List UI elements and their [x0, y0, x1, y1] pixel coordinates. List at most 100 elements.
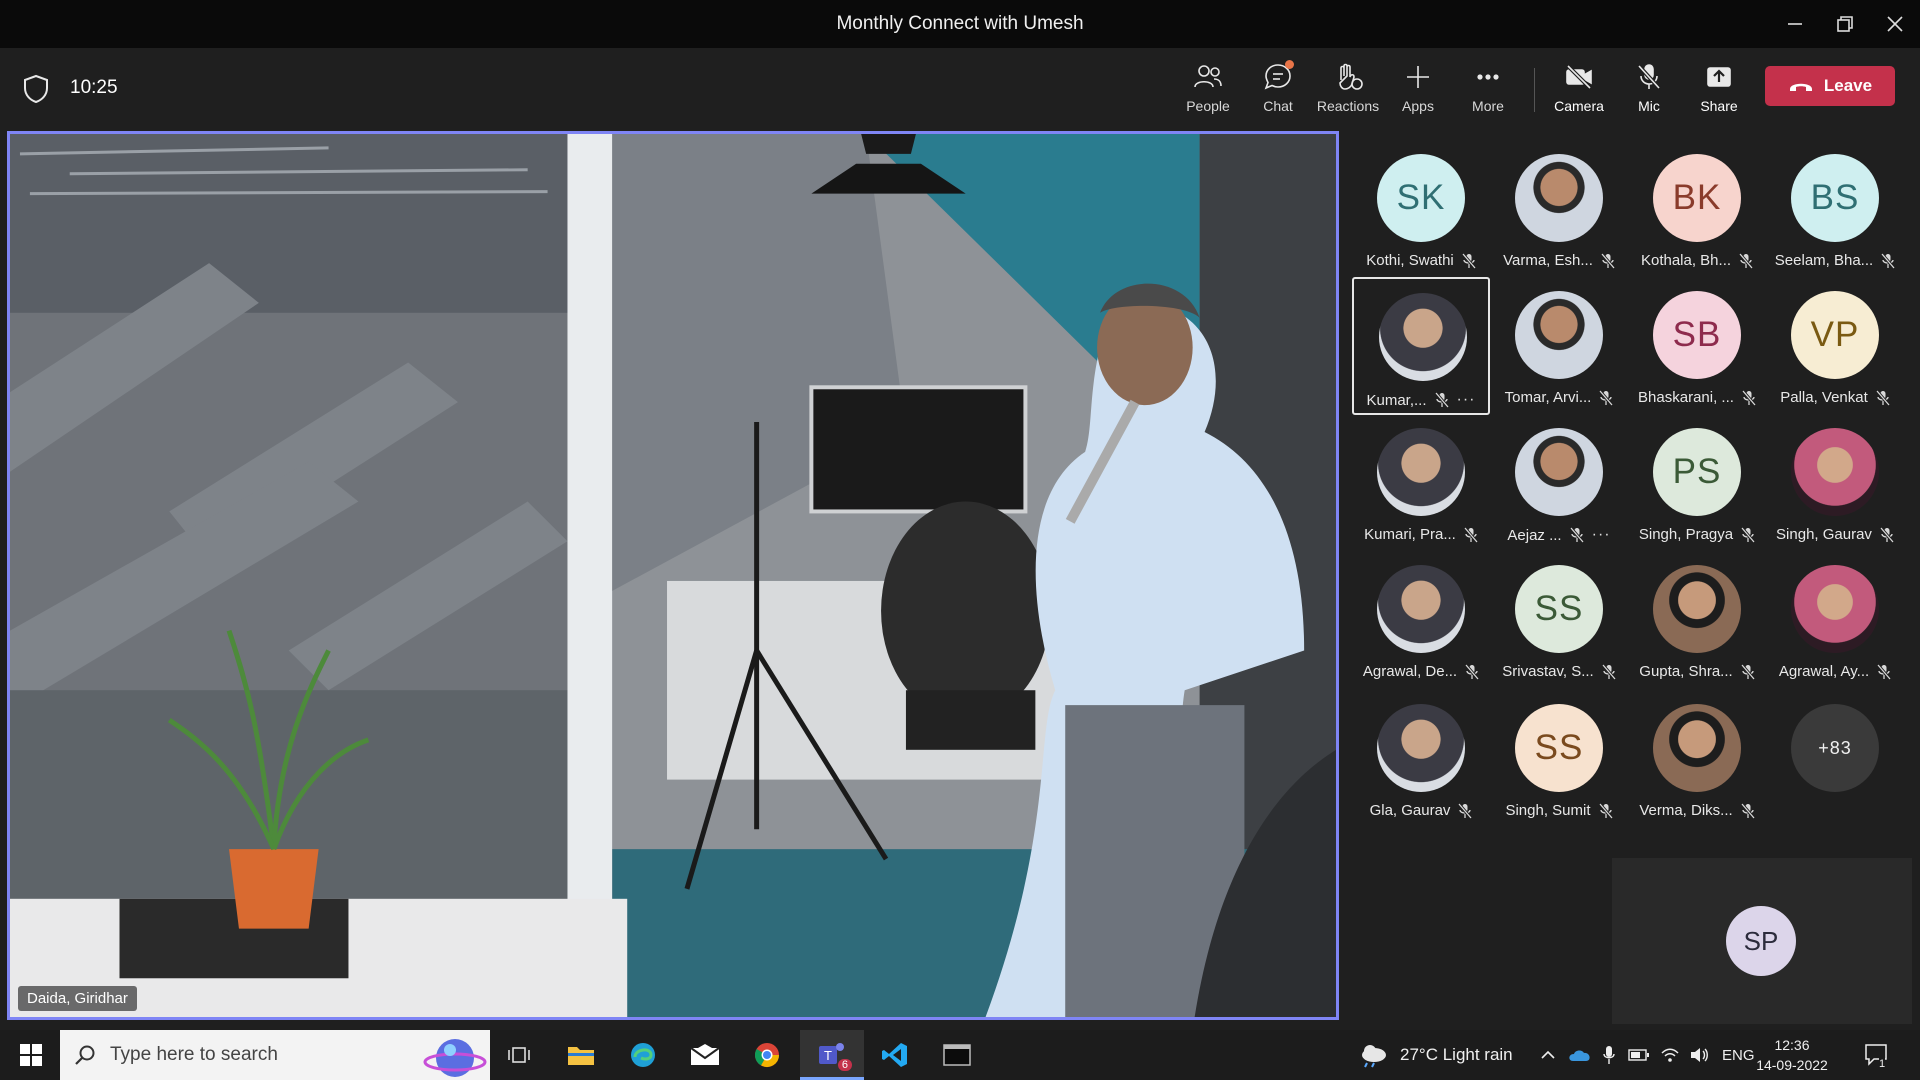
more-participants-tile[interactable]: +83 [1766, 690, 1904, 828]
participant-tile[interactable]: SS Srivastav, S... [1490, 551, 1628, 689]
microphone-tray-icon[interactable] [1602, 1030, 1616, 1080]
start-button[interactable] [0, 1030, 62, 1080]
notification-button[interactable]: 1 [1864, 1030, 1890, 1080]
participant-tile[interactable]: Gla, Gaurav [1352, 690, 1490, 828]
more-label: More [1472, 98, 1504, 114]
participant-name-row: Kumari, Pra... [1352, 526, 1490, 543]
terminal-button[interactable] [926, 1030, 988, 1080]
self-view[interactable]: SP [1612, 858, 1912, 1024]
participant-name-row: Gla, Gaurav [1352, 802, 1490, 819]
participant-name: Kothi, Swathi [1366, 252, 1454, 269]
restore-icon [1837, 16, 1853, 32]
participant-tile[interactable]: VP Palla, Venkat [1766, 277, 1904, 415]
leave-button[interactable]: Leave [1765, 66, 1895, 106]
apps-button[interactable]: Apps [1385, 58, 1451, 120]
participant-tile[interactable]: BS Seelam, Bha... [1766, 140, 1904, 278]
participant-tile[interactable]: PS Singh, Pragya [1628, 414, 1766, 552]
teams-button[interactable]: T 6 [800, 1030, 864, 1080]
clock[interactable]: 12:36 14-09-2022 [1752, 1035, 1832, 1075]
participant-name: Kumar,... [1366, 391, 1427, 409]
people-button[interactable]: People [1175, 58, 1241, 120]
reactions-button[interactable]: Reactions [1315, 58, 1381, 120]
participant-tile[interactable]: Varma, Esh... [1490, 140, 1628, 278]
task-view-button[interactable] [488, 1030, 550, 1080]
language-indicator[interactable]: ENG [1722, 1030, 1755, 1080]
participant-tile[interactable]: SK Kothi, Swathi [1352, 140, 1490, 278]
mic-muted-icon [1458, 802, 1473, 819]
mic-muted-icon [1434, 392, 1449, 408]
participant-name-row: Singh, Pragya [1628, 526, 1766, 543]
participant-name: Kothala, Bh... [1640, 252, 1732, 269]
taskbar-search[interactable]: Type here to search [60, 1030, 490, 1080]
participant-avatar [1515, 428, 1603, 516]
participant-tile[interactable]: Agrawal, Ay... [1766, 551, 1904, 689]
participant-tile[interactable]: Aejaz ... ··· [1490, 414, 1628, 552]
title-bar: Monthly Connect with Umesh [0, 0, 1920, 48]
participant-tile[interactable]: Gupta, Shra... [1628, 551, 1766, 689]
restore-button[interactable] [1820, 0, 1870, 48]
participant-tile[interactable]: SB Bhaskarani, ... [1628, 277, 1766, 415]
participant-name-row: Verma, Diks... [1628, 802, 1766, 819]
mic-muted-icon [1569, 527, 1584, 543]
participant-avatar: SS [1515, 565, 1603, 653]
chrome-button[interactable] [736, 1030, 798, 1080]
chat-label: Chat [1263, 98, 1293, 114]
participant-tile[interactable]: Tomar, Arvi... [1490, 277, 1628, 415]
participant-name: Gla, Gaurav [1369, 802, 1451, 819]
participant-more-options[interactable]: ··· [1457, 391, 1476, 409]
participant-name-row: Singh, Gaurav [1766, 526, 1904, 543]
participant-tile[interactable]: Verma, Diks... [1628, 690, 1766, 828]
participant-name-row: Srivastav, S... [1490, 663, 1628, 680]
mic-muted-icon [1601, 663, 1616, 680]
mic-muted-icon [1881, 252, 1896, 269]
main-video-stage[interactable]: Daida, Giridhar [7, 131, 1339, 1020]
participant-name-row: Varma, Esh... [1490, 252, 1628, 269]
shield-icon[interactable] [22, 74, 50, 104]
participant-more-options[interactable]: ··· [1592, 526, 1611, 544]
search-icon [75, 1045, 95, 1065]
close-icon [1887, 16, 1903, 32]
participant-name-row: Agrawal, Ay... [1766, 663, 1904, 680]
volume-icon[interactable] [1690, 1030, 1710, 1080]
participant-tile[interactable]: Agrawal, De... [1352, 551, 1490, 689]
share-button[interactable]: Share [1686, 58, 1752, 120]
participant-tile[interactable]: Kumar,... ··· [1352, 277, 1490, 415]
participant-name: Kumari, Pra... [1364, 526, 1456, 543]
mic-muted-icon [1741, 389, 1756, 406]
participant-avatar: SK [1377, 154, 1465, 242]
close-button[interactable] [1870, 0, 1920, 48]
participant-tile[interactable]: Singh, Gaurav [1766, 414, 1904, 552]
participant-tile[interactable]: BK Kothala, Bh... [1628, 140, 1766, 278]
mic-button[interactable]: Mic [1616, 58, 1682, 120]
vscode-button[interactable] [864, 1030, 926, 1080]
weather-text[interactable]: 27°C Light rain [1400, 1030, 1513, 1080]
minimize-icon [1788, 23, 1802, 25]
wifi-icon[interactable] [1660, 1030, 1680, 1080]
participant-tile[interactable]: SS Singh, Sumit [1490, 690, 1628, 828]
file-explorer-button[interactable] [550, 1030, 612, 1080]
onedrive-icon[interactable] [1568, 1030, 1592, 1080]
minimize-button[interactable] [1770, 0, 1820, 48]
participant-name-row: Kothala, Bh... [1628, 252, 1766, 269]
participant-name: Singh, Sumit [1505, 802, 1591, 819]
camera-button[interactable]: Camera [1546, 58, 1612, 120]
mail-button[interactable] [674, 1030, 736, 1080]
mic-muted-icon [1740, 802, 1755, 819]
participant-name: Agrawal, Ay... [1778, 663, 1870, 680]
mic-muted-icon [1879, 526, 1894, 543]
meeting-timer: 10:25 [70, 77, 118, 98]
terminal-icon [943, 1044, 971, 1066]
participant-tile[interactable]: Kumari, Pra... [1352, 414, 1490, 552]
more-dots-icon [1477, 74, 1499, 80]
chevron-up-icon[interactable] [1540, 1030, 1556, 1080]
mic-muted-icon [1600, 252, 1615, 269]
participant-name: Tomar, Arvi... [1504, 389, 1592, 406]
mail-icon [690, 1044, 720, 1065]
edge-button[interactable] [612, 1030, 674, 1080]
participant-name: Singh, Gaurav [1776, 526, 1872, 543]
camera-off-icon [1566, 64, 1592, 90]
more-button[interactable]: More [1455, 58, 1521, 120]
chat-unread-dot [1285, 60, 1294, 69]
battery-icon[interactable] [1628, 1030, 1650, 1080]
chat-button[interactable]: Chat [1245, 58, 1311, 120]
